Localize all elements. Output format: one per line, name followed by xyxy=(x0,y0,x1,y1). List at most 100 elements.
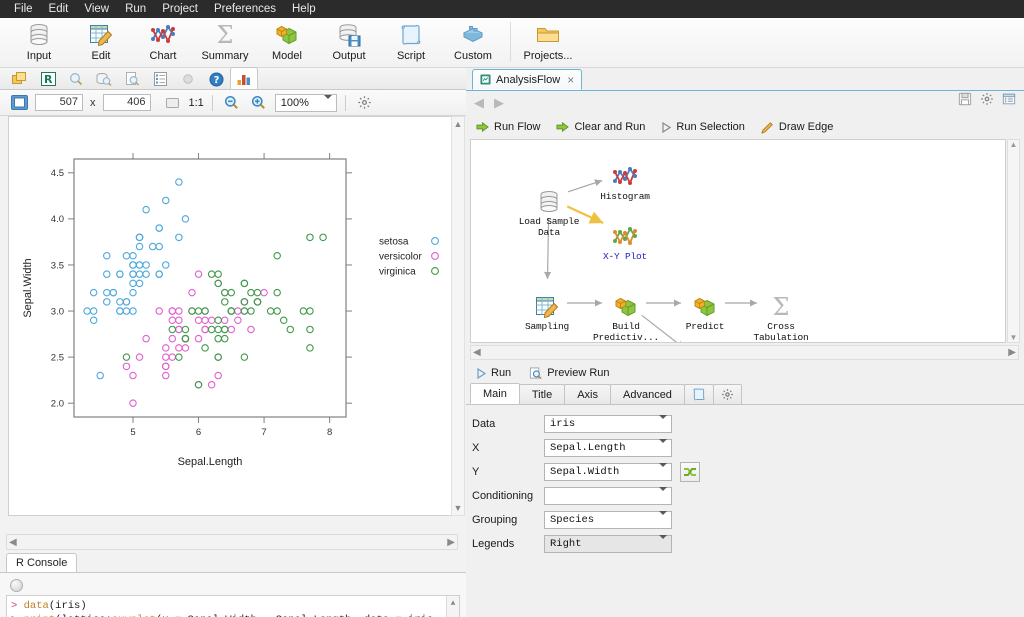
chart-pane: R? 507 x 406 1:1 xyxy=(0,68,466,617)
zoom-out-icon[interactable] xyxy=(221,93,243,113)
chart-tab-data-search[interactable] xyxy=(90,68,118,89)
y-tick-label: 2.5 xyxy=(51,352,64,363)
chart-tab-strip: R? xyxy=(0,68,466,90)
nav-back-icon[interactable]: ◀ xyxy=(474,95,484,111)
menu-item-edit[interactable]: Edit xyxy=(41,0,77,18)
menu-item-preferences[interactable]: Preferences xyxy=(206,0,284,18)
ribbon-button-input[interactable]: Input xyxy=(8,18,70,68)
chevron-down-icon xyxy=(659,491,667,503)
save-layout-icon[interactable] xyxy=(958,92,972,106)
flow-scroll-left-icon[interactable]: ◀ xyxy=(473,347,481,358)
chart-tab-list[interactable] xyxy=(146,68,174,89)
ribbon-button-custom[interactable]: Custom xyxy=(442,18,504,68)
chart-height-input[interactable]: 406 xyxy=(103,94,151,111)
one-to-one-icon[interactable] xyxy=(162,93,184,113)
flow-node-predict[interactable]: Predict xyxy=(663,286,747,332)
flow-node-sampling[interactable]: Sampling xyxy=(505,286,589,332)
properties-tab-title[interactable]: Title xyxy=(519,384,565,404)
zoom-level-select[interactable]: 100% xyxy=(275,94,337,112)
properties-tab-axis[interactable]: Axis xyxy=(564,384,611,404)
chart-tab-page-search[interactable] xyxy=(118,68,146,89)
select-legends[interactable]: Right xyxy=(544,535,672,553)
select-grouping[interactable]: Species xyxy=(544,511,672,529)
ribbon-button-chart[interactable]: Chart xyxy=(132,18,194,68)
select-y[interactable]: Sepal.Width xyxy=(544,463,672,481)
svg-text:Σ: Σ xyxy=(773,294,790,320)
chart-tab-windows[interactable] xyxy=(6,68,34,89)
flow-action-run-selection[interactable]: Run Selection xyxy=(661,121,745,133)
r-logo-icon: R xyxy=(41,72,56,86)
stop-circle-icon[interactable] xyxy=(10,579,23,592)
preview-run-button[interactable]: Preview Run xyxy=(529,367,609,380)
ribbon-button-output[interactable]: Output xyxy=(318,18,380,68)
select-conditioning[interactable] xyxy=(544,487,672,505)
swap-icon[interactable] xyxy=(680,462,700,482)
scroll-right-icon[interactable]: ▶ xyxy=(447,537,455,548)
properties-tab-advanced[interactable]: Advanced xyxy=(610,384,685,404)
blocks-icon xyxy=(460,21,486,49)
flow-action-run-flow[interactable]: Run Flow xyxy=(476,121,540,133)
gear-icon[interactable] xyxy=(980,92,994,106)
menu-item-view[interactable]: View xyxy=(76,0,117,18)
chart-tab-help[interactable]: ? xyxy=(202,68,230,89)
script-scroll-icon xyxy=(398,21,424,49)
flow-node-crosstab[interactable]: ΣCross Tabulation xyxy=(739,286,823,343)
preview-run-label: Preview Run xyxy=(547,367,609,379)
ribbon-button-edit[interactable]: Edit xyxy=(70,18,132,68)
gear-icon[interactable] xyxy=(354,93,376,113)
ribbon-button-projects[interactable]: Projects... xyxy=(517,18,579,68)
scroll-left-icon[interactable]: ◀ xyxy=(9,537,17,548)
select-x[interactable]: Sepal.Length xyxy=(544,439,672,457)
ribbon-button-summary[interactable]: ΣSummary xyxy=(194,18,256,68)
ribbon-button-label: Input xyxy=(27,50,51,62)
properties-tab-script-scroll[interactable] xyxy=(684,384,714,404)
run-button[interactable]: Run xyxy=(476,367,511,379)
select-data[interactable]: iris xyxy=(544,415,672,433)
flow-node-xyplot[interactable]: X-Y Plot xyxy=(583,216,667,262)
menu-item-help[interactable]: Help xyxy=(284,0,324,18)
flow-canvas[interactable]: Load Sample Data Histogram X-Y Plot Samp… xyxy=(470,139,1006,343)
properties-form: DatairisXSepal.LengthYSepal.WidthConditi… xyxy=(466,405,1024,617)
flow-horizontal-scrollbar[interactable]: ◀ ▶ xyxy=(470,345,1019,360)
flow-action-draw-edge[interactable]: Draw Edge xyxy=(761,121,833,134)
flow-node-load[interactable]: Load Sample Data xyxy=(507,181,591,238)
zoom-in-icon[interactable] xyxy=(248,93,270,113)
one-to-one-label[interactable]: 1:1 xyxy=(189,97,204,109)
dot-icon xyxy=(181,72,195,86)
tab-r-console[interactable]: R Console xyxy=(6,553,77,572)
x-axis-title: Sepal.Length xyxy=(178,456,243,468)
chart-tab-dot[interactable] xyxy=(174,68,202,89)
tab-analysis-flow[interactable]: AnalysisFlow × xyxy=(472,69,582,90)
nav-forward-icon[interactable]: ▶ xyxy=(494,95,504,111)
properties-run-bar: Run Preview Run xyxy=(466,362,1024,384)
chart-canvas[interactable]: 56782.02.53.03.54.04.5Sepal.LengthSepal.… xyxy=(8,116,458,516)
chart-width-input[interactable]: 507 xyxy=(35,94,83,111)
menu-item-file[interactable]: File xyxy=(6,0,41,18)
chart-horizontal-scrollbar[interactable]: ◀ ▶ xyxy=(6,534,458,550)
properties-tab-main[interactable]: Main xyxy=(470,383,520,404)
chart-tab-bar-chart[interactable] xyxy=(230,67,258,89)
flow-node-label: Predict xyxy=(686,321,725,332)
chart-tab-r-logo[interactable]: R xyxy=(34,68,62,89)
x-tick-label: 5 xyxy=(130,427,135,438)
ribbon-button-model[interactable]: Model xyxy=(256,18,318,68)
flow-node-build[interactable]: Build Predictiv... xyxy=(584,286,668,343)
flow-node-histogram[interactable]: Histogram xyxy=(583,156,667,202)
select-value: iris xyxy=(550,418,575,430)
chart-tab-magnifier[interactable] xyxy=(62,68,90,89)
menu-item-run[interactable]: Run xyxy=(117,0,154,18)
chart-vertical-scrollbar[interactable]: ▲ ▼ xyxy=(451,116,465,516)
fit-to-window-icon[interactable] xyxy=(8,93,30,113)
close-icon[interactable]: × xyxy=(567,73,574,87)
scatter-plot: 56782.02.53.03.54.04.5Sepal.LengthSepal.… xyxy=(9,117,458,516)
windows-icon xyxy=(12,72,28,86)
flow-action-clear-and-run[interactable]: Clear and Run xyxy=(556,121,645,133)
flow-scroll-right-icon[interactable]: ▶ xyxy=(1008,347,1016,358)
r-console-scrollbar[interactable]: ▲ ▼ xyxy=(446,596,459,617)
properties-tab-gear[interactable] xyxy=(713,384,742,404)
r-console-output[interactable]: > data(iris)> print(lattice::xyplot(x = … xyxy=(6,595,460,617)
ribbon-button-script[interactable]: Script xyxy=(380,18,442,68)
menu-item-project[interactable]: Project xyxy=(154,0,206,18)
properties-list-icon[interactable] xyxy=(1002,92,1016,106)
flow-vertical-scrollbar[interactable]: ▲ ▼ xyxy=(1007,139,1020,343)
